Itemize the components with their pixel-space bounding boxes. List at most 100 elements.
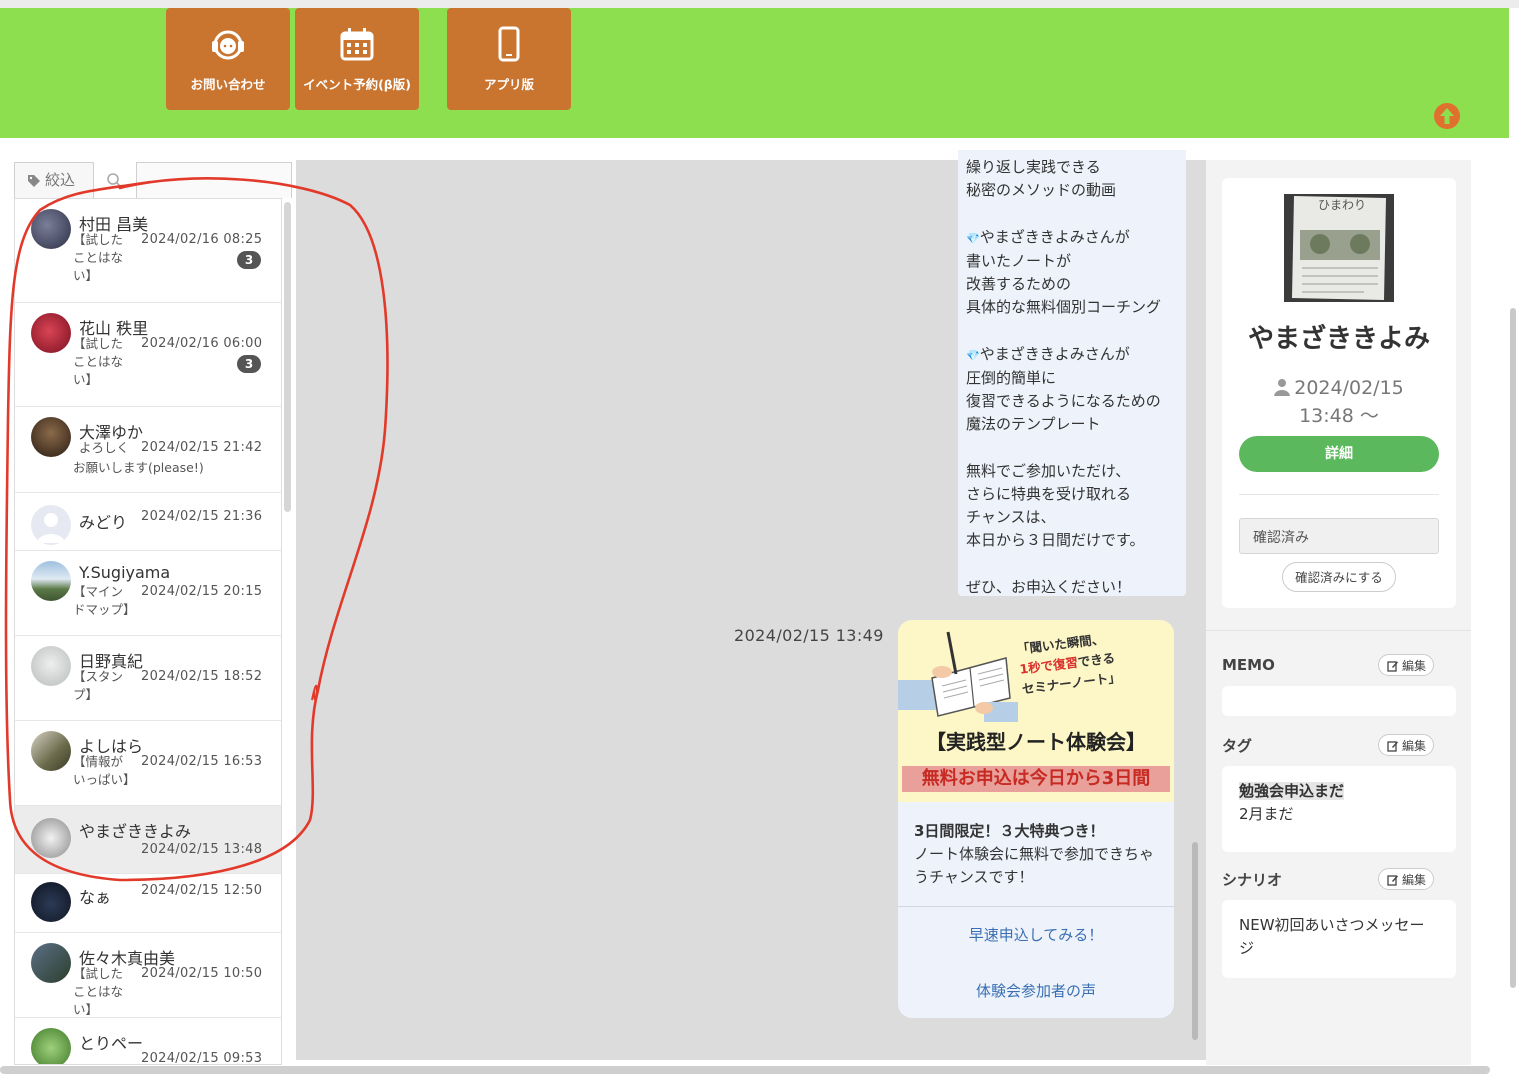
message-time: 2024/02/16 06:00 bbox=[141, 336, 263, 351]
memo-title: MEMO bbox=[1222, 656, 1275, 674]
edit-label: 編集 bbox=[1402, 873, 1427, 887]
user-icon bbox=[1274, 379, 1291, 396]
mark-confirmed-button[interactable]: 確認済みにする bbox=[1282, 562, 1396, 592]
edit-icon bbox=[1387, 661, 1398, 672]
memo-box[interactable] bbox=[1222, 686, 1456, 716]
message-line: 💎やまざききよみさんが bbox=[966, 343, 1178, 367]
card-image[interactable]: 「聞いた瞬間、 1秒で復習できる セミナーノート」 【実践型ノート体験会】 無料… bbox=[898, 620, 1174, 802]
contact-name: やまざききよみ bbox=[79, 822, 192, 841]
status-select[interactable]: 確認済み bbox=[1239, 518, 1439, 554]
message-line: 無料でご参加いただけ、 bbox=[966, 461, 1131, 480]
message-blank-line bbox=[966, 552, 1178, 575]
avatar bbox=[31, 1028, 71, 1064]
message-line: 魔法のテンプレート bbox=[966, 415, 1101, 434]
divider bbox=[1206, 630, 1471, 631]
conversation-item[interactable]: よしはら 【情報が いっぱい】 2024/02/15 16:53 bbox=[15, 721, 281, 806]
tag-title: タグ bbox=[1222, 737, 1253, 755]
search-icon[interactable] bbox=[106, 172, 122, 188]
conversation-item[interactable]: 花山 秩里 【試した ことはな い】 2024/02/16 06:00 3 bbox=[15, 303, 281, 407]
notebook-illustration bbox=[898, 631, 1018, 722]
event-booking-button[interactable]: イベント予約(β版) bbox=[295, 8, 419, 110]
avatar bbox=[31, 818, 71, 858]
message-time: 2024/02/16 08:25 bbox=[141, 232, 263, 247]
profile-photo: ひまわり bbox=[1284, 194, 1394, 302]
memo-edit-button[interactable]: 編集 bbox=[1378, 654, 1434, 676]
quote-red-text: 1秒で bbox=[1018, 657, 1054, 677]
scroll-top-icon[interactable] bbox=[1433, 102, 1461, 130]
edit-icon bbox=[1387, 741, 1398, 752]
message-line: 改善するための bbox=[966, 275, 1072, 293]
search-input[interactable] bbox=[136, 162, 292, 198]
avatar bbox=[31, 943, 71, 983]
page-scrollbar[interactable] bbox=[1510, 308, 1516, 988]
event-booking-label: イベント予約(β版) bbox=[303, 77, 411, 92]
app-version-button[interactable]: アプリ版 bbox=[447, 8, 571, 110]
card-image-quote: 「聞いた瞬間、 1秒で復習できる セミナーノート」 bbox=[1016, 628, 1122, 700]
tag-edit-button[interactable]: 編集 bbox=[1378, 734, 1434, 756]
conversation-item-active[interactable]: やまざききよみ 2024/02/15 13:48 bbox=[15, 806, 281, 874]
contact-name: とりペー bbox=[79, 1034, 144, 1053]
unread-badge: 3 bbox=[237, 355, 261, 373]
profile-photo-text: ひまわり bbox=[1318, 198, 1367, 212]
message-line: 書いたノートが bbox=[966, 251, 1072, 270]
avatar bbox=[31, 505, 71, 545]
card-divider bbox=[898, 906, 1174, 907]
headset-icon bbox=[212, 30, 244, 60]
scenario-title: シナリオ bbox=[1222, 871, 1283, 889]
message-line: さらに特典を受け取れる bbox=[966, 484, 1132, 503]
card-body: 3日間限定！３大特典つき！ ノート体験会に無料で参加できちゃうチャンスです！ bbox=[914, 820, 1164, 889]
conversation-item[interactable]: とりペー 2024/02/15 09:53 bbox=[15, 1018, 281, 1064]
divider bbox=[1239, 494, 1439, 495]
unread-badge: 3 bbox=[237, 251, 261, 269]
message-line: 本日から３日間だけです。 bbox=[966, 531, 1145, 550]
chat-scrollbar[interactable] bbox=[1192, 842, 1198, 1040]
message-time: 2024/02/15 13:48 bbox=[141, 842, 263, 857]
message-line: 繰り返し実践できる bbox=[966, 158, 1101, 176]
avatar bbox=[31, 731, 71, 771]
smartphone-icon bbox=[498, 26, 520, 62]
message-blank-line bbox=[966, 436, 1178, 459]
message-time: 2024/02/15 20:15 bbox=[141, 584, 263, 599]
card-image-subtitle: 無料お申込は今日から3日間 bbox=[902, 766, 1170, 792]
filter-tab-label: 絞込 bbox=[45, 171, 76, 189]
contact-name: Y.Sugiyama bbox=[79, 563, 171, 582]
message-line: チャンスは、 bbox=[966, 508, 1056, 526]
profile-date-line: 2024/02/15 bbox=[1222, 374, 1456, 402]
conversation-item[interactable]: 大澤ゆか よろしく 2024/02/15 21:42 お願いします(please… bbox=[15, 407, 281, 493]
tag-item-2[interactable]: 2月まだ bbox=[1239, 803, 1439, 826]
app-version-label: アプリ版 bbox=[483, 77, 534, 92]
apply-link[interactable]: 早速申込してみる！ bbox=[898, 924, 1174, 945]
text-message-bubble: 繰り返し実践できる 秘密のメソッドの動画 💎やまざききよみさんが 書いたノートが… bbox=[958, 150, 1186, 596]
conversation-item[interactable]: Y.Sugiyama 【マイン ドマップ】 2024/02/15 20:15 bbox=[15, 551, 281, 636]
message-line: 復習できるようになるための bbox=[966, 392, 1161, 410]
message-blank-line bbox=[966, 319, 1178, 342]
conversation-item[interactable]: 村田 昌美 【試した ことはな い】 2024/02/16 08:25 3 bbox=[15, 199, 281, 303]
conversation-item[interactable]: なぁ 2024/02/15 12:50 bbox=[15, 874, 281, 933]
card-message: 「聞いた瞬間、 1秒で復習できる セミナーノート」 【実践型ノート体験会】 無料… bbox=[898, 620, 1174, 1018]
tag-item[interactable]: 勉強会申込まだ bbox=[1239, 780, 1439, 803]
message-blank-line bbox=[966, 202, 1178, 225]
filter-tab[interactable]: 絞込 bbox=[14, 162, 94, 198]
horizontal-scrollbar[interactable] bbox=[0, 1066, 1490, 1074]
contact-button[interactable]: お問い合わせ bbox=[166, 8, 290, 110]
scenario-edit-button[interactable]: 編集 bbox=[1378, 868, 1434, 890]
card-body-text: ノート体験会に無料で参加できちゃうチャンスです！ bbox=[914, 845, 1155, 886]
list-scrollbar[interactable] bbox=[284, 202, 291, 512]
message-line: ぜひ、お申込ください！ bbox=[966, 577, 1132, 596]
testimonials-link[interactable]: 体験会参加者の声 bbox=[898, 980, 1174, 1001]
avatar bbox=[31, 646, 71, 686]
browser-top-strip bbox=[0, 0, 1519, 8]
message-snippet: 【試した ことはな い】 bbox=[73, 336, 124, 387]
contact-name: なぁ bbox=[79, 888, 112, 907]
conversation-item[interactable]: みどり 2024/02/15 21:36 bbox=[15, 493, 281, 551]
conversation-item[interactable]: 日野真紀 【スタン プ】 2024/02/15 18:52 bbox=[15, 636, 281, 721]
message-snippet: 【スタン プ】 bbox=[73, 669, 124, 702]
tag-icon bbox=[28, 175, 40, 187]
message-time: 2024/02/15 12:50 bbox=[141, 883, 263, 898]
card-body-title: 3日間限定！３大特典つき！ bbox=[914, 822, 1105, 840]
profile-time: 13:48 〜 bbox=[1299, 405, 1379, 427]
scenario-box: NEW初回あいさつメッセージ bbox=[1222, 900, 1456, 978]
conversation-item[interactable]: 佐々木真由美 【試した ことはない】 2024/02/15 10:50 bbox=[15, 933, 281, 1018]
detail-button[interactable]: 詳細 bbox=[1239, 436, 1439, 472]
avatar bbox=[31, 417, 71, 457]
